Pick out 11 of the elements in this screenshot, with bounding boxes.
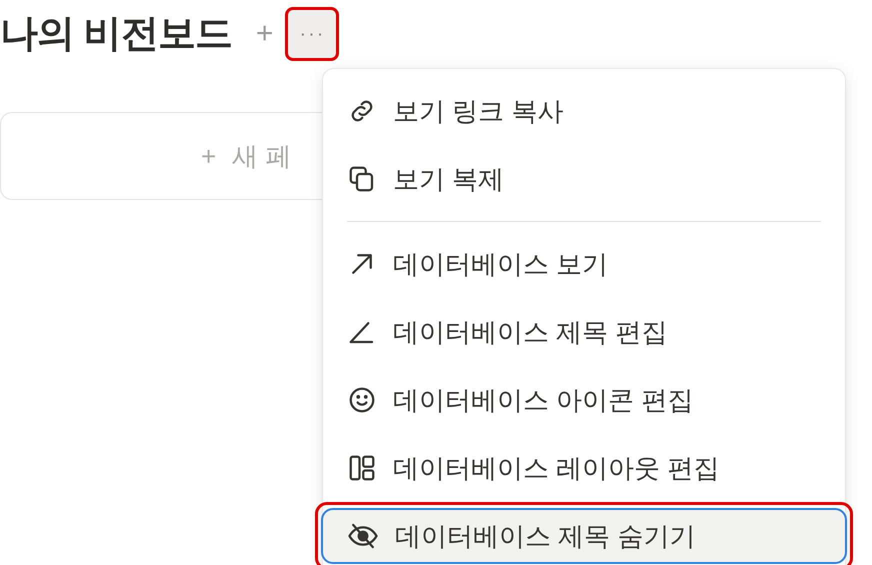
new-page-label: 새 페 [232, 140, 292, 172]
menu-item[interactable]: 데이터베이스 제목 숨기기 [321, 508, 847, 564]
layout-icon [347, 453, 377, 483]
menu-item[interactable]: 데이터베이스 보기 [321, 236, 847, 292]
smiley-icon [347, 385, 377, 415]
menu-item[interactable]: 데이터베이스 아이콘 편집 [321, 372, 847, 428]
menu-item[interactable]: 데이터베이스 레이아웃 편집 [321, 440, 847, 496]
plus-icon: + [201, 136, 216, 176]
eye-off-icon [347, 521, 379, 551]
page-title: 나의 비전보드 [0, 15, 232, 53]
menu-item[interactable]: 데이터베이스 제목 편집 [321, 304, 847, 360]
